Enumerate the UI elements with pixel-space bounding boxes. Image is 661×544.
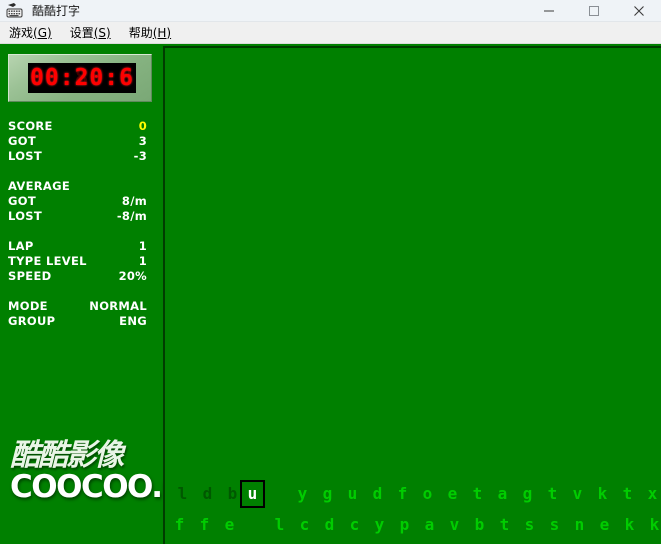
falling-letter: t bbox=[499, 515, 510, 534]
timer-value: 00:20:6 bbox=[30, 65, 134, 91]
timer-lcd-screen: 88:88:8 00:20:6 bbox=[28, 63, 136, 93]
falling-letter: d bbox=[202, 484, 213, 503]
maximize-button[interactable] bbox=[571, 0, 616, 22]
stat-lost: LOST -3 bbox=[0, 149, 155, 164]
stat-group: GROUP ENG bbox=[0, 314, 155, 329]
falling-letter: n bbox=[574, 515, 585, 534]
falling-letter: y bbox=[374, 515, 385, 534]
menu-item-settings-accelerator: (S) bbox=[93, 25, 111, 40]
falling-letter: f bbox=[199, 515, 210, 534]
stat-lost-value: -3 bbox=[133, 149, 147, 163]
menu-item-help[interactable]: 帮助(H) bbox=[120, 23, 180, 43]
stat-avg-got-label: GOT bbox=[8, 194, 36, 208]
stat-avg-lost: LOST -8/m bbox=[0, 209, 155, 224]
window-title: 酷酷打字 bbox=[32, 3, 81, 18]
menu-item-game[interactable]: 游戏(G) bbox=[0, 23, 61, 43]
falling-letter: l bbox=[274, 515, 285, 534]
falling-letter: d bbox=[372, 484, 383, 503]
stat-got-label: GOT bbox=[8, 134, 36, 148]
stat-score-value: 0 bbox=[138, 119, 147, 133]
minimize-button[interactable] bbox=[526, 0, 571, 22]
stats-spacer-1 bbox=[0, 164, 155, 179]
stat-mode-label: MODE bbox=[8, 299, 48, 313]
close-button[interactable] bbox=[616, 0, 661, 22]
falling-letter: a bbox=[424, 515, 435, 534]
falling-letter: p bbox=[399, 515, 410, 534]
stats-spacer-2 bbox=[0, 224, 155, 239]
falling-letter: e bbox=[447, 484, 458, 503]
falling-letter: c bbox=[349, 515, 360, 534]
falling-letter: k bbox=[649, 515, 660, 534]
stats-spacer-3 bbox=[0, 284, 155, 299]
falling-letter: s bbox=[524, 515, 535, 534]
falling-letter: x bbox=[647, 484, 658, 503]
status-panel: 88:88:8 00:20:6 SCORE 0 GOT 3 LOST -3 AV… bbox=[0, 44, 206, 544]
stat-average-label: AVERAGE bbox=[8, 179, 71, 193]
menu-item-settings-label: 设置 bbox=[69, 25, 94, 40]
menu-item-help-label: 帮助 bbox=[128, 25, 153, 40]
menu-item-game-accelerator: (G) bbox=[33, 25, 52, 40]
logo-chinese-text: 酷酷影像 bbox=[10, 438, 124, 473]
stat-mode-value: NORMAL bbox=[89, 299, 147, 313]
menu-bar: 游戏(G) 设置(S) 帮助(H) bbox=[0, 22, 661, 44]
stat-group-value: ENG bbox=[119, 314, 147, 328]
logo-english-text: COOCOO.CC bbox=[10, 469, 206, 505]
menu-item-game-label: 游戏 bbox=[9, 25, 34, 40]
stat-mode: MODE NORMAL bbox=[0, 299, 155, 314]
statistics-list: SCORE 0 GOT 3 LOST -3 AVERAGE GOT 8/m LO bbox=[0, 119, 155, 329]
falling-letter: c bbox=[299, 515, 310, 534]
falling-letter: t bbox=[622, 484, 633, 503]
menu-item-settings[interactable]: 设置(S) bbox=[61, 23, 120, 43]
stat-avg-lost-value: -8/m bbox=[116, 209, 147, 223]
stat-avg-got-value: 8/m bbox=[121, 194, 147, 208]
stat-type-level-value: 1 bbox=[138, 254, 147, 268]
watermark-logo: 酷酷影像 COOCOO.CC bbox=[10, 438, 206, 509]
falling-letter: g bbox=[522, 484, 533, 503]
menu-item-help-accelerator: (H) bbox=[152, 25, 172, 40]
stat-type-level-label: TYPE LEVEL bbox=[8, 254, 87, 268]
falling-letter: v bbox=[572, 484, 583, 503]
falling-letter: l bbox=[177, 484, 188, 503]
stat-type-level: TYPE LEVEL 1 bbox=[0, 254, 155, 269]
falling-letter: f bbox=[397, 484, 408, 503]
falling-letter: k bbox=[624, 515, 635, 534]
falling-letter: f bbox=[174, 515, 185, 534]
falling-letter: b bbox=[474, 515, 485, 534]
stat-got-value: 3 bbox=[138, 134, 147, 148]
stat-lap: LAP 1 bbox=[0, 239, 155, 254]
window-controls bbox=[526, 0, 661, 22]
falling-letter: t bbox=[472, 484, 483, 503]
stat-speed: SPEED 20% bbox=[0, 269, 155, 284]
stat-speed-label: SPEED bbox=[8, 269, 52, 283]
falling-letter: t bbox=[547, 484, 558, 503]
stat-speed-value: 20% bbox=[118, 269, 147, 283]
stat-average-header: AVERAGE bbox=[0, 179, 155, 194]
stat-group-label: GROUP bbox=[8, 314, 56, 328]
stat-avg-got: GOT 8/m bbox=[0, 194, 155, 209]
stat-lost-label: LOST bbox=[8, 149, 43, 163]
stat-avg-lost-label: LOST bbox=[8, 209, 43, 223]
falling-letter: o bbox=[422, 484, 433, 503]
falling-letter: a bbox=[497, 484, 508, 503]
stat-lap-value: 1 bbox=[138, 239, 147, 253]
timer-bezel: 88:88:8 00:20:6 bbox=[8, 54, 152, 102]
stat-lap-label: LAP bbox=[8, 239, 34, 253]
stat-score: SCORE 0 bbox=[0, 119, 155, 134]
stat-got: GOT 3 bbox=[0, 134, 155, 149]
falling-letter: y bbox=[297, 484, 308, 503]
falling-letter: e bbox=[599, 515, 610, 534]
falling-letter: d bbox=[324, 515, 335, 534]
falling-letter: s bbox=[549, 515, 560, 534]
falling-letter: u bbox=[347, 484, 358, 503]
keyboard-icon bbox=[4, 0, 26, 22]
stat-score-label: SCORE bbox=[8, 119, 53, 133]
falling-letter: g bbox=[322, 484, 333, 503]
falling-letter: k bbox=[597, 484, 608, 503]
current-target-letter: u bbox=[240, 480, 265, 508]
title-bar: 酷酷打字 bbox=[0, 0, 661, 22]
application-window: 酷酷打字 游戏(G) 设置(S) 帮助(H) 88:88:8 00:20:6 S… bbox=[0, 0, 661, 544]
falling-letter: v bbox=[449, 515, 460, 534]
game-play-area[interactable]: ldbuygudfoetagtvktx ffelcdcypavbtssnekk bbox=[163, 46, 661, 544]
falling-letter: e bbox=[224, 515, 235, 534]
